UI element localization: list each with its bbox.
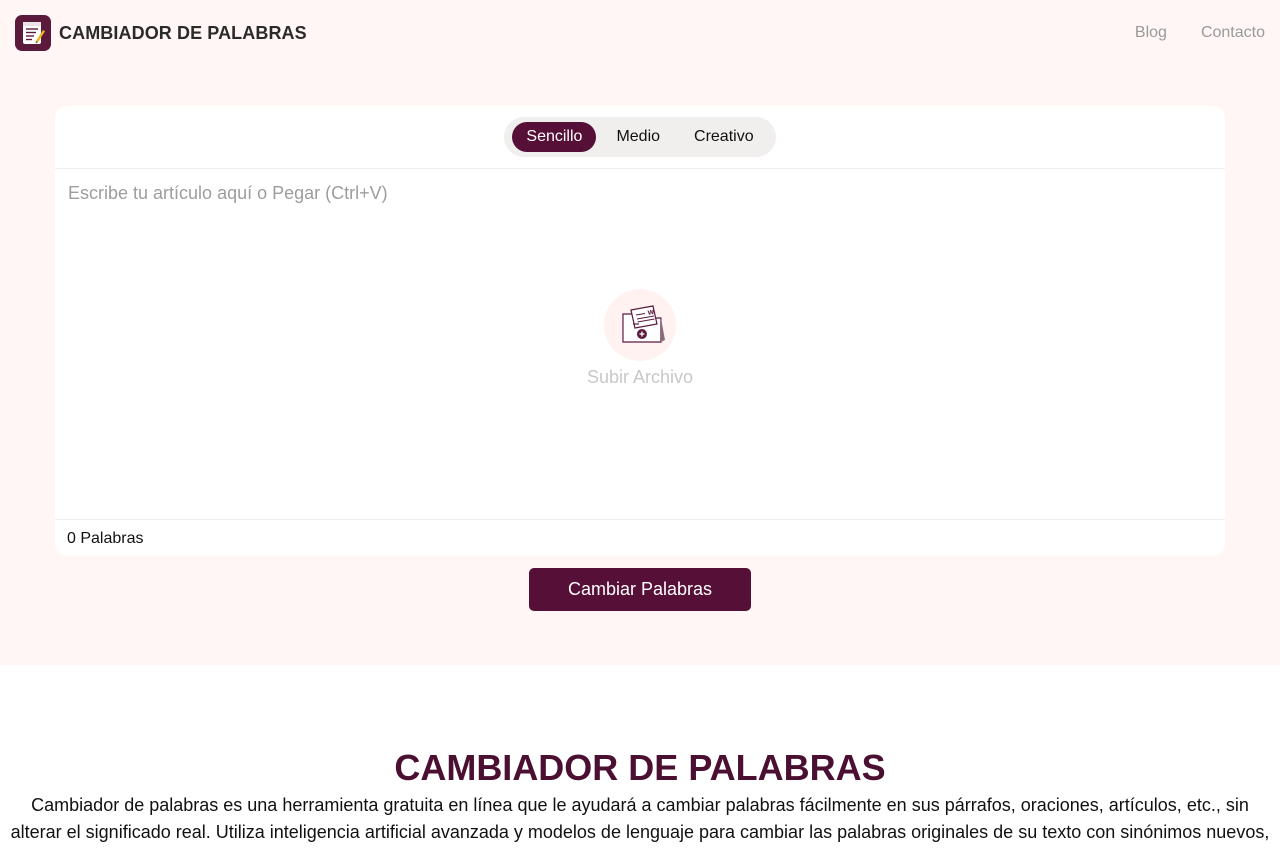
article-intro: Cambiador de palabras es una herramienta… [10,795,1270,842]
nav-link-blog[interactable]: Blog [1135,24,1167,42]
mode-selector: Sencillo Medio Creativo [504,117,776,157]
editor-area: W Subir Archivo [55,169,1225,520]
notepad-pencil-icon [15,15,51,51]
word-count-bar: 0 Palabras [55,520,1225,557]
mode-bar: Sencillo Medio Creativo [55,106,1225,169]
nav-link-contacto[interactable]: Contacto [1201,24,1265,42]
article-section: CAMBIADOR DE PALABRAS Cambiador de palab… [0,665,1280,846]
mode-sencillo[interactable]: Sencillo [512,122,597,152]
change-words-button[interactable]: Cambiar Palabras [529,568,751,611]
mode-medio[interactable]: Medio [602,122,674,152]
word-count: 0 Palabras [67,529,144,547]
brand[interactable]: CAMBIADOR DE PALABRAS [15,15,307,51]
hero-section: CAMBIADOR DE PALABRAS Blog Contacto Senc… [0,0,1280,665]
article-title: CAMBIADOR DE PALABRAS [394,747,886,788]
folder-document-upload-icon: W [604,289,676,361]
upload-label: Subir Archivo [586,367,694,387]
nav-links: Blog Contacto [1135,24,1265,42]
navbar: CAMBIADOR DE PALABRAS Blog Contacto [0,0,1280,66]
mode-creativo[interactable]: Creativo [680,122,768,152]
editor-card: Sencillo Medio Creativo W [55,106,1225,556]
upload-button[interactable]: W Subir Archivo [587,289,693,388]
brand-name: CAMBIADOR DE PALABRAS [59,22,307,43]
